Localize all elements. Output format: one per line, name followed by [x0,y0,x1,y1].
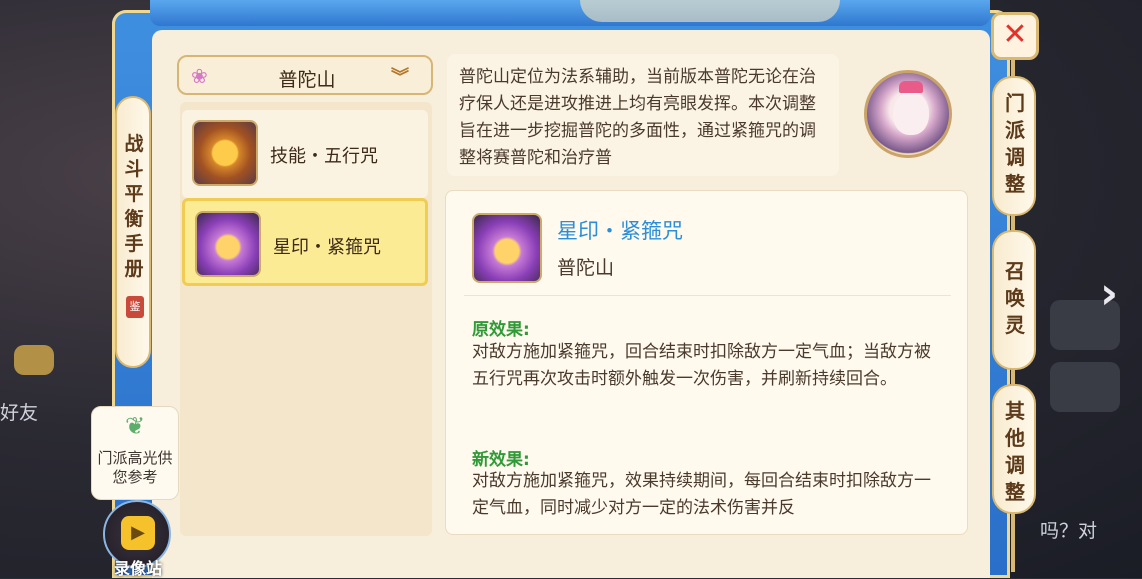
avatar [864,70,952,158]
skill-item-jingu[interactable]: 星印・紧箍咒 [182,198,428,286]
school-description: 普陀山定位为法系辅助，当前版本普陀无论在治疗保人还是进攻推进上均有亮眼发挥。本次… [447,54,839,176]
school-dropdown[interactable]: ❀ 普陀山 ︾ [177,55,433,95]
mail-icon[interactable] [14,345,54,375]
wuxing-skill-icon [192,120,258,186]
background-friends-label: 好友 [0,402,39,424]
tab-school-adjustment[interactable]: 门派调整 [992,76,1036,216]
divider [464,295,951,296]
detail-skill-name: 星印・紧箍咒 [557,219,683,243]
right-tab-label: 门派调整 [1005,91,1025,196]
background-chat-text: 吗？对 [1040,520,1098,542]
rope-decoration [1011,512,1015,572]
seal-icon: 鉴 [126,296,144,318]
jingu-skill-icon [195,211,261,277]
close-button[interactable]: ✕ [991,12,1039,60]
old-effect-text: 对敌方施加紧箍咒，回合结束时扣除敌方一定气血；当敌方被五行咒再次攻击时额外触发一… [472,342,931,389]
detail-school: 普陀山 [557,257,615,279]
skill-detail-panel: 星印・紧箍咒 普陀山 原效果: 对敌方施加紧箍咒，回合结束时扣除敌方一定气血；当… [445,190,968,535]
old-effect-heading: 原效果: [472,320,530,340]
jingu-skill-icon [472,213,542,283]
video-station-label: 录像站 [113,559,162,578]
school-highlight-button[interactable]: ❦ 门派高光供您参考 [91,406,179,500]
new-effect-heading: 新效果: [472,450,530,470]
description-text: 普陀山定位为法系辅助，当前版本普陀无论在治疗保人还是进攻推进上均有亮眼发挥。本次… [459,67,816,168]
chevron-down-icon: ︾ [391,67,409,88]
right-tab-label: 其他调整 [1005,399,1025,504]
skill-list: 技能・五行咒 星印・紧箍咒 [180,102,432,536]
right-tab-label: 召唤灵 [1005,259,1025,337]
panel-frame-top [150,0,990,26]
background-chat-box-2 [1050,362,1120,412]
left-tab-label: 战斗平衡手册 [124,133,144,280]
video-camera-icon: ▶ [121,516,155,550]
skill-name: 技能・五行咒 [270,146,378,167]
close-icon: ✕ [1002,17,1028,52]
rope-decoration [1011,214,1015,230]
skill-name: 星印・紧箍咒 [273,237,381,258]
skill-item-wuxing[interactable]: 技能・五行咒 [182,110,428,198]
rope-decoration [1011,368,1015,384]
tab-summon-spirit[interactable]: 召唤灵 [992,230,1036,370]
chevron-right-icon[interactable]: › [1100,268,1118,319]
new-effect-text: 对敌方施加紧箍咒，效果持续期间，每回合结束时扣除敌方一定气血，同时减少对方一定的… [472,471,931,518]
leaf-icon: ❦ [124,412,146,440]
highlight-label: 门派高光供您参考 [97,449,173,486]
tab-other-adjustment[interactable]: 其他调整 [992,384,1036,514]
tab-battle-balance-handbook[interactable]: 战斗平衡手册 鉴 [115,96,151,368]
